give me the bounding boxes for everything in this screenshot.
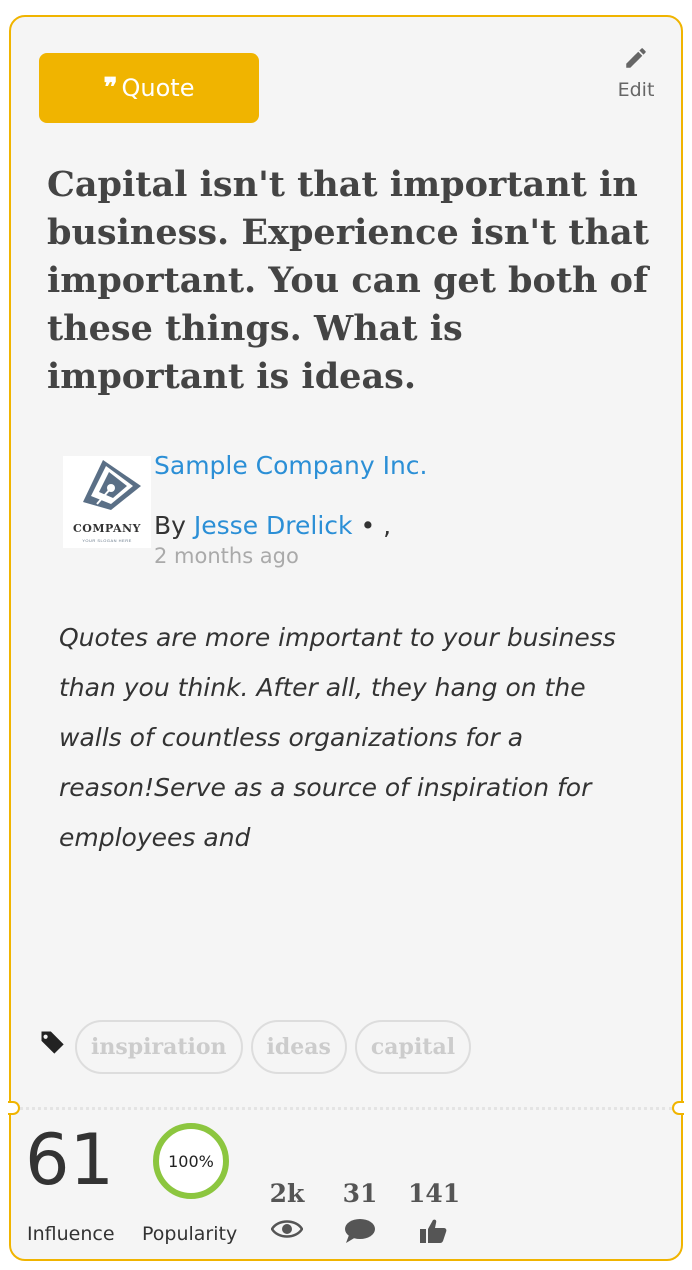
tag-ideas[interactable]: ideas <box>250 1020 347 1074</box>
comments-stat[interactable]: 31 <box>335 1179 385 1244</box>
eye-icon <box>271 1220 303 1238</box>
quote-mark-icon: ❞ <box>103 73 118 103</box>
popularity-gauge: 100% <box>153 1123 229 1199</box>
thumbs-up-icon <box>420 1219 447 1243</box>
views-stat[interactable]: 2k <box>262 1179 312 1240</box>
tag-inspiration[interactable]: inspiration <box>75 1020 243 1074</box>
likes-stat[interactable]: 141 <box>408 1179 461 1244</box>
pencil-icon <box>626 48 646 68</box>
views-count: 2k <box>269 1179 305 1208</box>
logo-subtext: YOUR SLOGAN HERE <box>82 538 132 543</box>
quote-text: Capital isn't that important in business… <box>47 164 649 397</box>
tag-capital[interactable]: capital <box>354 1020 472 1074</box>
influence-value: 61 <box>25 1119 115 1201</box>
excerpt-text: Quotes are more important to your busine… <box>59 623 616 852</box>
edit-label: Edit <box>617 79 655 101</box>
popularity-label: Popularity <box>142 1223 238 1245</box>
byline: By Jesse Drelick • , <box>154 511 391 540</box>
quote-type-label: Quote <box>121 74 195 102</box>
pen-nib-logo-icon <box>83 460 141 510</box>
quote-type-button[interactable]: ❞ Quote <box>39 53 259 123</box>
tag-icon <box>40 1031 64 1054</box>
divider <box>19 1107 673 1110</box>
logo-text: COMPANY <box>73 522 141 535</box>
comments-count: 31 <box>342 1179 378 1208</box>
tag-list: inspiration ideas capital <box>37 1020 479 1074</box>
ticket-notch-right <box>672 1101 684 1115</box>
quote-card: ❞ Quote Edit Capital isn't that importan… <box>8 15 684 1261</box>
by-prefix: By <box>154 511 186 540</box>
byline-suffix: • , <box>360 511 392 540</box>
company-logo[interactable]: COMPANY YOUR SLOGAN HERE <box>63 456 151 548</box>
likes-count: 141 <box>408 1179 461 1208</box>
timestamp: 2 months ago <box>154 544 299 568</box>
influence-label: Influence <box>27 1223 115 1245</box>
popularity-value: 100% <box>168 1151 214 1171</box>
company-link[interactable]: Sample Company Inc. <box>154 451 427 480</box>
comment-icon <box>345 1219 375 1243</box>
edit-button[interactable]: Edit <box>611 45 661 101</box>
ticket-notch-left <box>8 1101 20 1115</box>
author-link[interactable]: Jesse Drelick <box>194 511 353 540</box>
